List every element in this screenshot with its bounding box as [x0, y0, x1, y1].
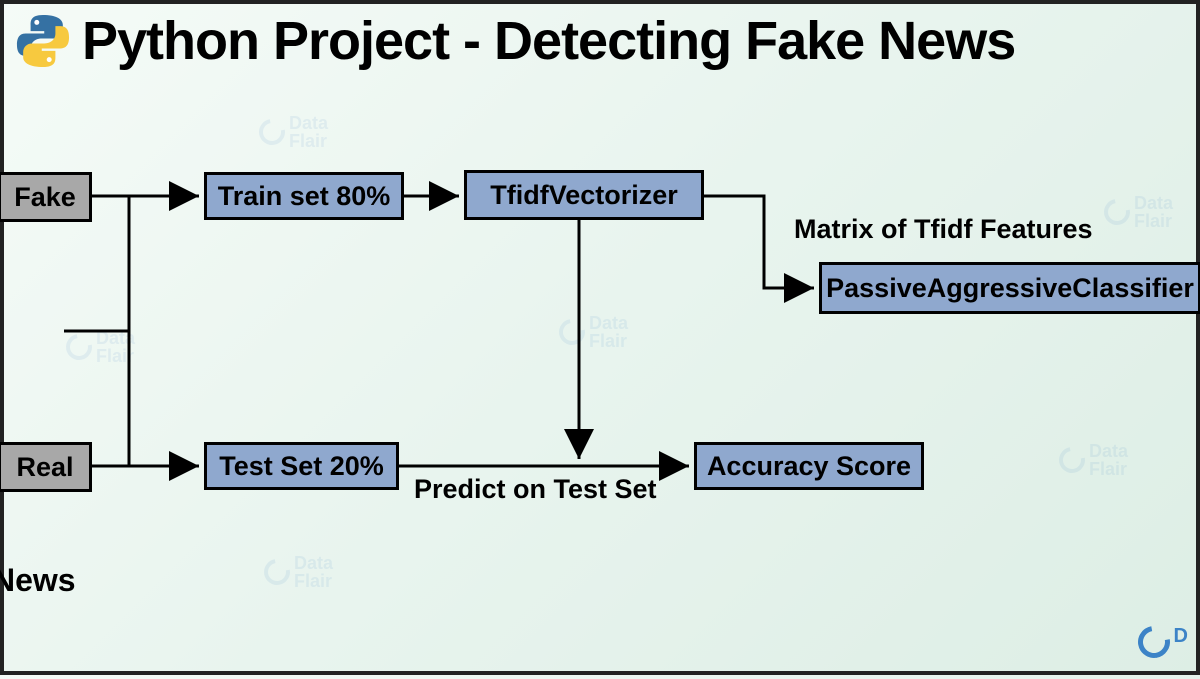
node-tfidf-vectorizer: TfidfVectorizer [464, 170, 704, 220]
watermark: DataFlair [264, 554, 333, 590]
node-accuracy-score: Accuracy Score [694, 442, 924, 490]
label-matrix-features: Matrix of Tfidf Features [794, 214, 1093, 245]
node-fake: Fake [0, 172, 92, 222]
label-predict: Predict on Test Set [414, 474, 657, 505]
label-news: News [0, 562, 76, 599]
title-bar: Python Project - Detecting Fake News [4, 4, 1196, 72]
watermark: DataFlair [559, 314, 628, 350]
node-classifier: PassiveAggressiveClassifier [819, 262, 1200, 314]
watermark: DataFlair [1104, 194, 1173, 230]
node-real: Real [0, 442, 92, 492]
page-title: Python Project - Detecting Fake News [82, 10, 1015, 72]
node-train-set: Train set 80% [204, 172, 404, 220]
watermark: DataFlair [1059, 442, 1128, 478]
watermark: DataFlair [66, 329, 135, 365]
node-test-set: Test Set 20% [204, 442, 399, 490]
watermark: DataFlair [259, 114, 328, 150]
python-logo-icon [12, 10, 74, 72]
dataflair-logo: D [1138, 626, 1188, 663]
